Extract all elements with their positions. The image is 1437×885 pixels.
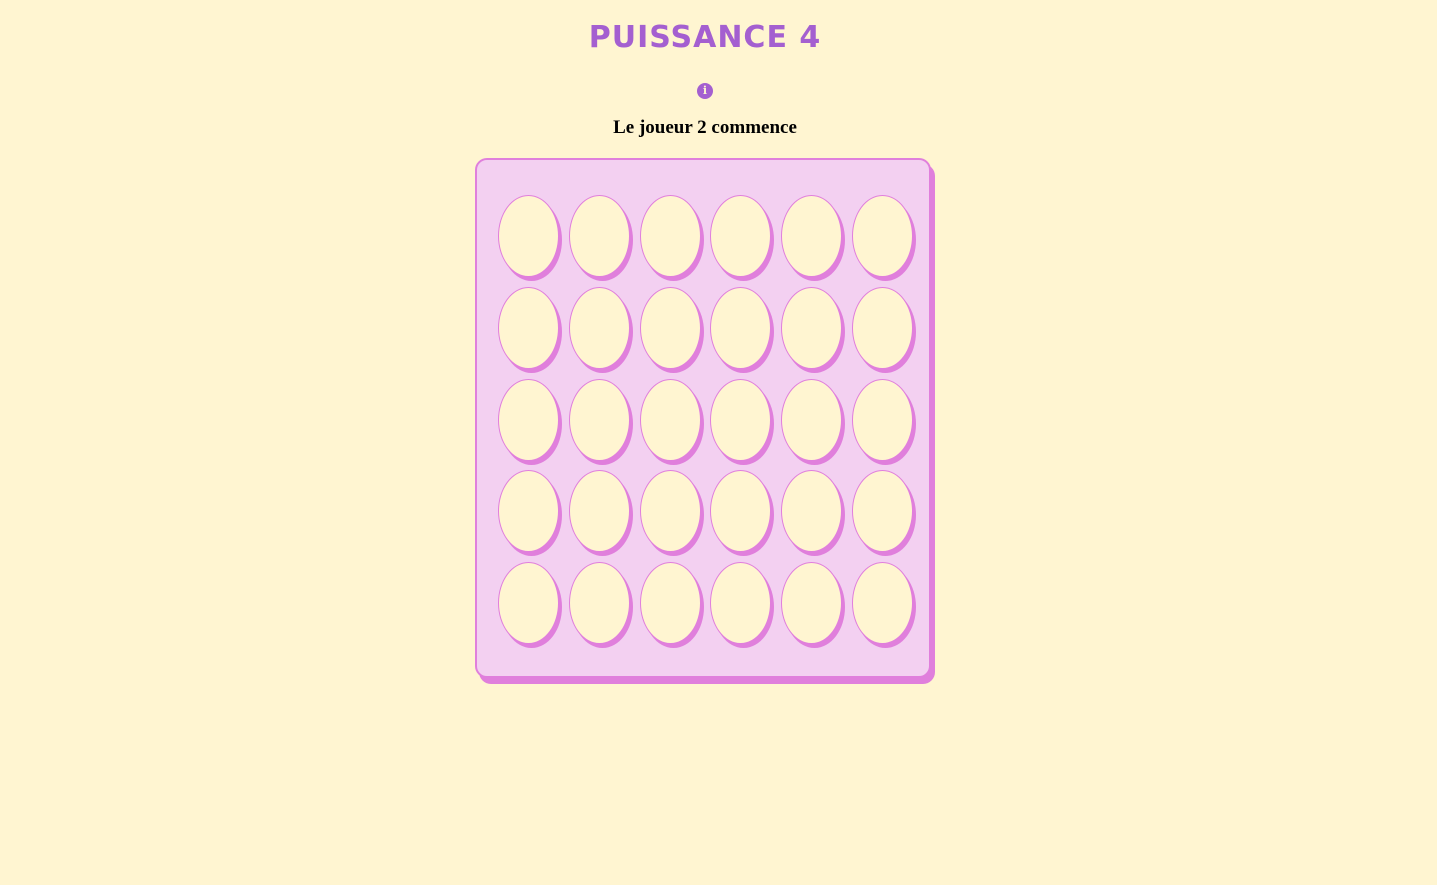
board-cell[interactable] <box>568 286 630 369</box>
board-cell[interactable] <box>498 195 559 277</box>
board-cell[interactable] <box>851 195 913 277</box>
board-cell[interactable] <box>781 195 843 277</box>
board-cell[interactable] <box>498 470 559 553</box>
board-cell[interactable] <box>498 562 559 645</box>
status-message: Le joueur 2 commence <box>613 117 797 138</box>
board-cell[interactable] <box>851 378 913 461</box>
board-cell[interactable] <box>781 286 843 369</box>
board-cell[interactable] <box>498 378 559 461</box>
board-cell[interactable] <box>710 470 772 553</box>
board-cell[interactable] <box>781 470 843 553</box>
board-cell[interactable] <box>639 195 701 277</box>
game-board <box>475 158 931 678</box>
board-cell[interactable] <box>568 195 630 277</box>
board-cell[interactable] <box>639 286 701 369</box>
board-cell[interactable] <box>710 286 772 369</box>
game-title: PUISSANCE 4 <box>588 20 822 55</box>
board-cell[interactable] <box>639 470 701 553</box>
board-cell[interactable] <box>710 195 772 277</box>
board-cell[interactable] <box>710 562 772 645</box>
board-cell[interactable] <box>851 286 913 369</box>
board-cell[interactable] <box>851 470 913 553</box>
board-cell[interactable] <box>781 562 843 645</box>
board-cell[interactable] <box>710 378 772 461</box>
board-grid <box>498 195 913 645</box>
info-icon[interactable]: i <box>697 83 713 99</box>
board-cell[interactable] <box>568 562 630 645</box>
board-cell[interactable] <box>568 470 630 553</box>
board-cell[interactable] <box>639 378 701 461</box>
board-cell[interactable] <box>851 562 913 645</box>
board-cell[interactable] <box>568 378 630 461</box>
board-cell[interactable] <box>498 286 559 369</box>
board-cell[interactable] <box>639 562 701 645</box>
board-cell[interactable] <box>781 378 843 461</box>
